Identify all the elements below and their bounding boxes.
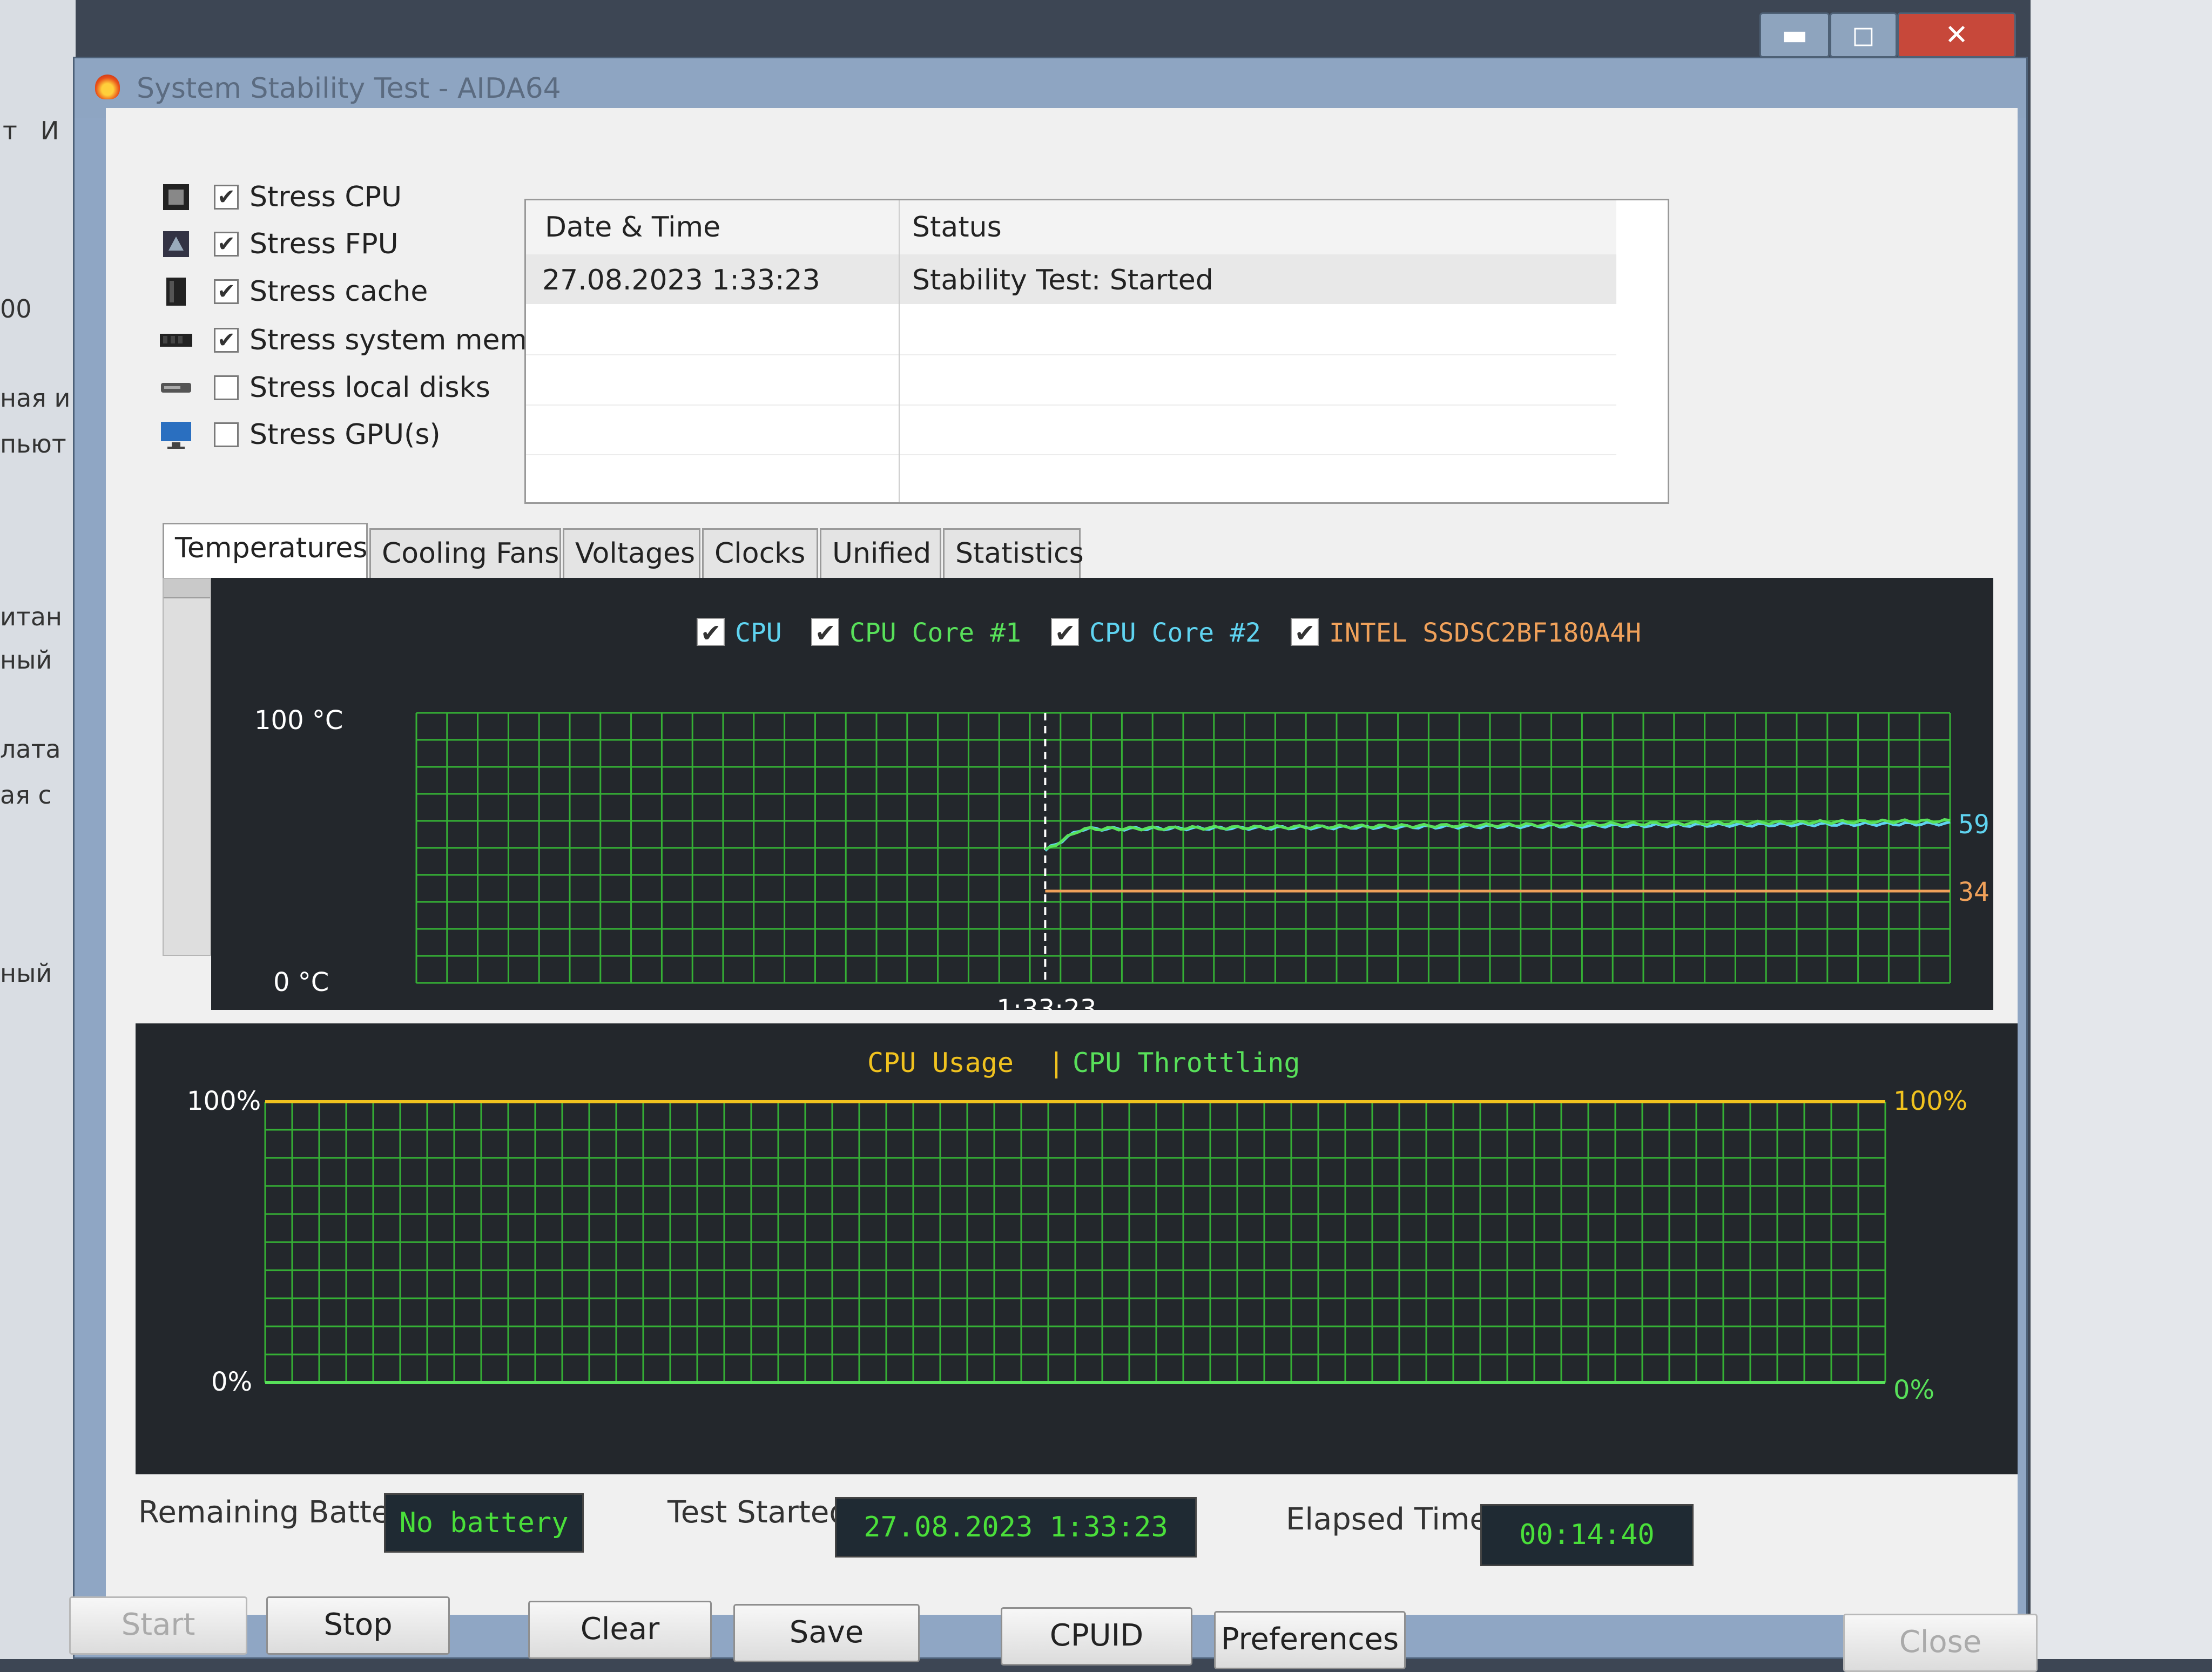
background-fragment: ная и — [0, 383, 71, 413]
option-stress-cache[interactable]: ✔ Stress cache — [160, 270, 428, 313]
slider-thumb[interactable] — [164, 579, 210, 598]
log-column-datetime[interactable]: Date & Time — [545, 211, 720, 244]
table-row-divider — [526, 404, 1616, 406]
preferences-button[interactable]: Preferences — [1214, 1611, 1406, 1669]
flame-icon — [95, 75, 120, 99]
temperature-chart: 1:33:23 100 °C 0 °C ✔ CPU ✔ CPU Core #1 ✔ CPU Co… — [211, 578, 2030, 1024]
background-fragment: лата — [0, 734, 61, 764]
tab-temperatures[interactable]: Temperatures — [163, 523, 368, 578]
legend-label: CPU Core #1 — [849, 618, 1021, 648]
test-started-label: Test Started: — [667, 1494, 859, 1530]
maximize-button[interactable]: ◻ — [1830, 12, 1897, 58]
log-cell-datetime: 27.08.2023 1:33:23 — [542, 264, 820, 296]
cpu-chip-icon — [160, 182, 192, 212]
table-row[interactable]: 27.08.2023 1:33:23 Stability Test: Start… — [526, 254, 1616, 304]
dialog-body: ✔ Stress CPU ✔ Stress FPU ✔ Stress cache… — [106, 108, 2030, 1615]
option-stress-fpu[interactable]: ✔ Stress FPU — [160, 223, 399, 266]
y-axis-left-bottom-label: 0% — [211, 1367, 252, 1397]
cpuid-button[interactable]: CPUID — [1001, 1607, 1192, 1666]
background-window-left — [0, 0, 76, 1659]
legend-checkmark: ✔ — [1055, 618, 1076, 648]
status-log-table[interactable]: Date & Time Status 27.08.2023 1:33:23 St… — [524, 199, 1669, 504]
background-fragment: ая с — [0, 780, 52, 810]
log-header-row: Date & Time Status — [526, 200, 1616, 255]
stress-cache-checkbox[interactable]: ✔ — [214, 279, 239, 304]
tab-unified[interactable]: Unified — [820, 528, 941, 578]
background-fragment: ный — [0, 959, 52, 988]
table-row-divider — [526, 354, 1616, 355]
cpu-usage-chart: CPU Usage | CPU Throttling 100% 0% 100% 0% — [136, 1023, 2018, 1474]
y-axis-bottom-label: 0 °C — [273, 967, 329, 997]
option-stress-memory[interactable]: ✔ Stress system memory — [160, 319, 572, 362]
legend-label: INTEL SSDSC2BF180A4H — [1329, 618, 1641, 648]
elapsed-time-label: Elapsed Time: — [1286, 1501, 1499, 1537]
stress-gpu-label: Stress GPU(s) — [249, 419, 441, 451]
legend-separator: | — [1048, 1047, 1064, 1078]
log-cell-status: Stability Test: Started — [912, 264, 1213, 296]
end-value-label: 59 — [1958, 810, 1990, 840]
legend-checkmark: ✔ — [1294, 618, 1316, 648]
stress-disks-checkbox[interactable] — [214, 375, 239, 400]
cache-icon — [160, 277, 192, 307]
stress-disks-label: Stress local disks — [249, 372, 490, 404]
background-fragment: т — [3, 116, 17, 145]
fpu-chip-icon — [160, 229, 192, 259]
y-axis-left-top-label: 100% — [187, 1086, 261, 1116]
close-button[interactable]: Close — [1843, 1614, 2038, 1672]
option-stress-disks[interactable]: Stress local disks — [160, 366, 490, 409]
tab-clocks[interactable]: Clocks — [702, 528, 818, 578]
series-line — [1044, 818, 1951, 851]
graph-scale-slider[interactable] — [163, 578, 211, 956]
clear-button[interactable]: Clear — [528, 1601, 712, 1659]
background-fragment: итан — [0, 602, 62, 631]
time-marker-label: 1:33:23 — [996, 994, 1096, 1010]
monitor-icon — [160, 420, 192, 450]
stop-button[interactable]: Stop — [266, 1596, 450, 1655]
log-column-status[interactable]: Status — [912, 211, 1002, 244]
background-fragment: И — [41, 116, 59, 145]
stress-fpu-label: Stress FPU — [249, 228, 399, 260]
stress-cache-label: Stress cache — [249, 275, 428, 308]
cpu-usage-chart-svg: CPU Usage | CPU Throttling 100% 0% 100% 0% — [187, 1047, 1967, 1405]
window-title: System Stability Test - AIDA64 — [137, 72, 561, 105]
option-stress-cpu[interactable]: ✔ Stress CPU — [160, 176, 402, 219]
option-stress-gpu[interactable]: Stress GPU(s) — [160, 413, 441, 456]
elapsed-time-value: 00:14:40 — [1480, 1504, 1694, 1566]
legend-cpu-usage: CPU Usage — [867, 1047, 1014, 1078]
disk-drive-icon — [160, 373, 192, 403]
background-window-right — [2031, 0, 2212, 1659]
start-button[interactable]: Start — [69, 1596, 247, 1655]
end-value-label: 34 — [1958, 877, 1990, 907]
legend-checkmark: ✔ — [700, 618, 721, 648]
minimize-button[interactable]: ▬ — [1759, 12, 1830, 58]
legend-checkmark: ✔ — [815, 618, 836, 648]
legend-label: CPU Core #2 — [1089, 618, 1261, 648]
memory-module-icon — [160, 325, 192, 355]
table-row-divider — [526, 454, 1616, 455]
legend-cpu-throttling: CPU Throttling — [1073, 1047, 1300, 1078]
background-fragment: ный — [0, 645, 52, 675]
tab-statistics[interactable]: Statistics — [943, 528, 1084, 578]
battery-value: No battery — [384, 1493, 584, 1553]
stability-test-window: ▬ ◻ ✕ System Stability Test - AIDA64 ✔ S… — [69, 12, 2038, 1672]
test-started-value: 27.08.2023 1:33:23 — [835, 1497, 1197, 1558]
stress-cpu-label: Stress CPU — [249, 181, 402, 213]
stress-cpu-checkbox[interactable]: ✔ — [214, 185, 239, 210]
y-axis-right-top-label: 100% — [1893, 1086, 1967, 1116]
tab-cooling-fans[interactable]: Cooling Fans — [369, 528, 561, 578]
stress-fpu-checkbox[interactable]: ✔ — [214, 232, 239, 257]
legend-label: CPU — [735, 618, 782, 648]
stress-memory-checkbox[interactable]: ✔ — [214, 328, 239, 353]
save-button[interactable]: Save — [733, 1604, 920, 1662]
column-divider — [899, 200, 900, 502]
tab-voltages[interactable]: Voltages — [563, 528, 700, 578]
temperature-chart-svg: 1:33:23 100 °C 0 °C ✔ CPU ✔ CPU Core #1 ✔ CPU Co… — [254, 618, 2030, 1024]
background-fragment: пьют — [0, 429, 66, 459]
window-close-button[interactable]: ✕ — [1897, 12, 2016, 58]
y-axis-right-bottom-label: 0% — [1893, 1375, 1934, 1405]
stress-gpu-checkbox[interactable] — [214, 422, 239, 447]
background-fragment: 00 — [0, 294, 32, 323]
y-axis-top-label: 100 °C — [254, 705, 343, 736]
